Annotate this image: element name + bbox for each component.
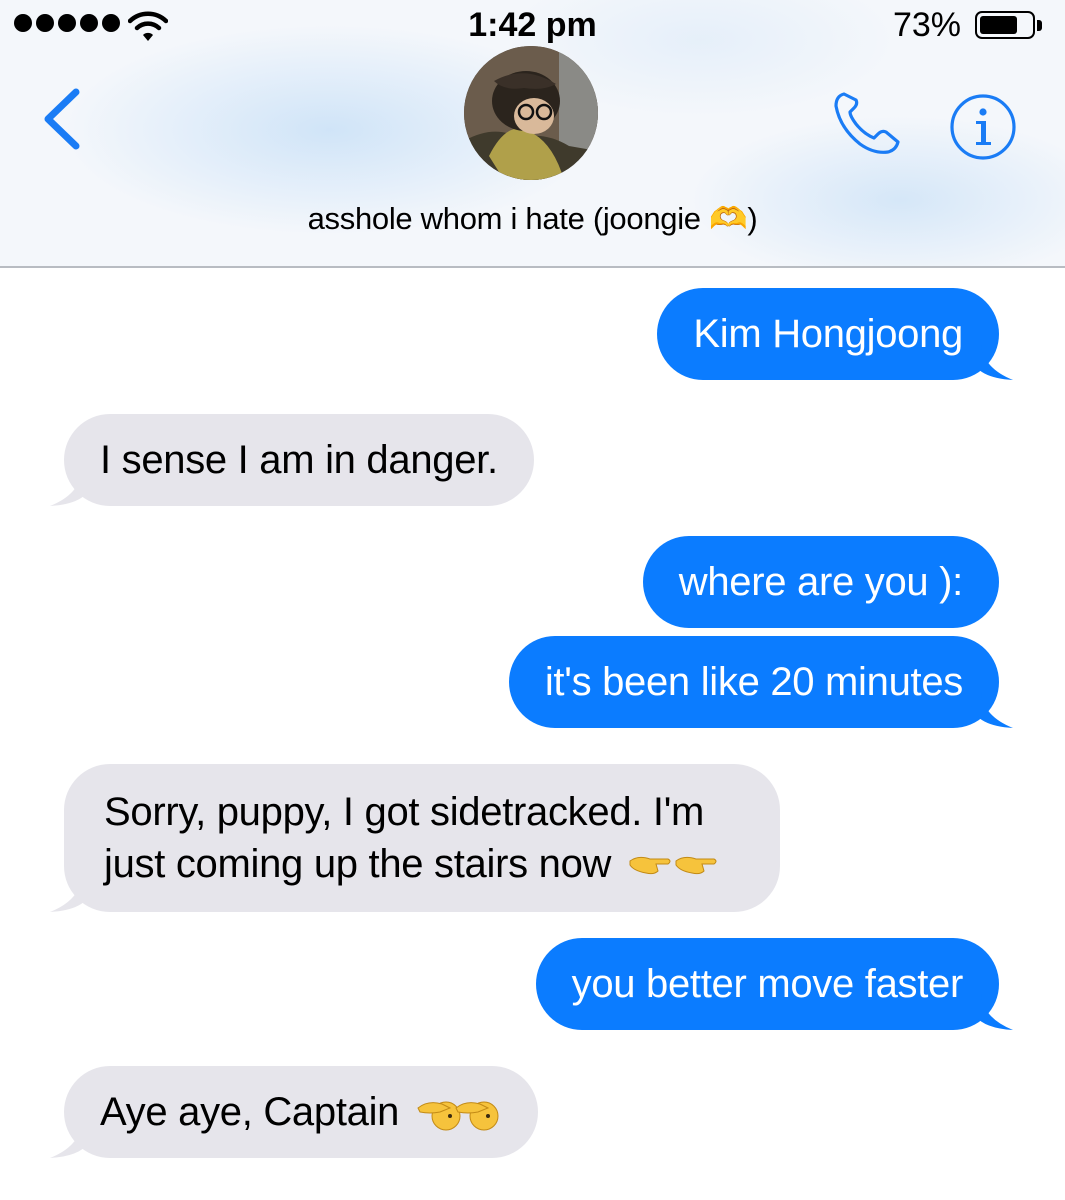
avatar[interactable] — [464, 46, 598, 180]
bubble-tail — [50, 1122, 92, 1158]
message-text: Kim Hongjoong — [693, 312, 963, 356]
message-text: you better move faster — [571, 962, 964, 1006]
message-bubble-outgoing[interactable]: it's been like 20 minutes — [508, 636, 1013, 728]
message-bubble-incoming[interactable]: Sorry, puppy, I got sidetracked. I'm jus… — [50, 764, 780, 912]
message-text: where are you ): — [678, 560, 964, 604]
bubble-tail — [50, 470, 92, 506]
status-bar: 1:42 pm 73% — [0, 0, 1065, 52]
message-text: it's been like 20 minutes — [544, 660, 963, 704]
battery-icon — [975, 11, 1035, 39]
bubble-tail — [971, 344, 1013, 380]
message-text: I sense I am in danger. — [100, 438, 498, 482]
phone-icon[interactable] — [830, 88, 904, 158]
message-bubble-incoming[interactable]: I sense I am in danger. — [50, 414, 534, 506]
message-bubble-outgoing[interactable]: Kim Hongjoong — [657, 288, 1013, 380]
battery-nub — [1037, 20, 1042, 31]
pointing-hands-icon — [629, 857, 717, 875]
bubble-tail — [971, 692, 1013, 728]
avatar-photo — [464, 46, 598, 180]
contact-name[interactable]: asshole whom i hate (joongie 🫶) — [0, 200, 1065, 237]
message-text: Aye aye, Captain — [100, 1090, 400, 1134]
battery-percentage: 73% — [892, 6, 961, 44]
info-icon[interactable] — [948, 92, 1018, 162]
saluting-face-icon — [417, 1101, 499, 1131]
message-bubble-outgoing[interactable]: where are you ): — [642, 536, 999, 628]
message-bubble-incoming[interactable]: Aye aye, Captain — [50, 1066, 538, 1158]
bubble-tail — [50, 876, 92, 912]
message-text: Sorry, puppy, I got sidetracked. I'm jus… — [104, 790, 705, 886]
message-thread[interactable]: Kim Hongjoong I sense I am in danger. wh… — [0, 270, 1065, 1200]
bubble-tail — [971, 994, 1013, 1030]
back-button[interactable] — [36, 84, 88, 154]
conversation-header: 1:42 pm 73% asshole whom i hate (joongie… — [0, 0, 1065, 268]
message-bubble-outgoing[interactable]: you better move faster — [535, 938, 1013, 1030]
